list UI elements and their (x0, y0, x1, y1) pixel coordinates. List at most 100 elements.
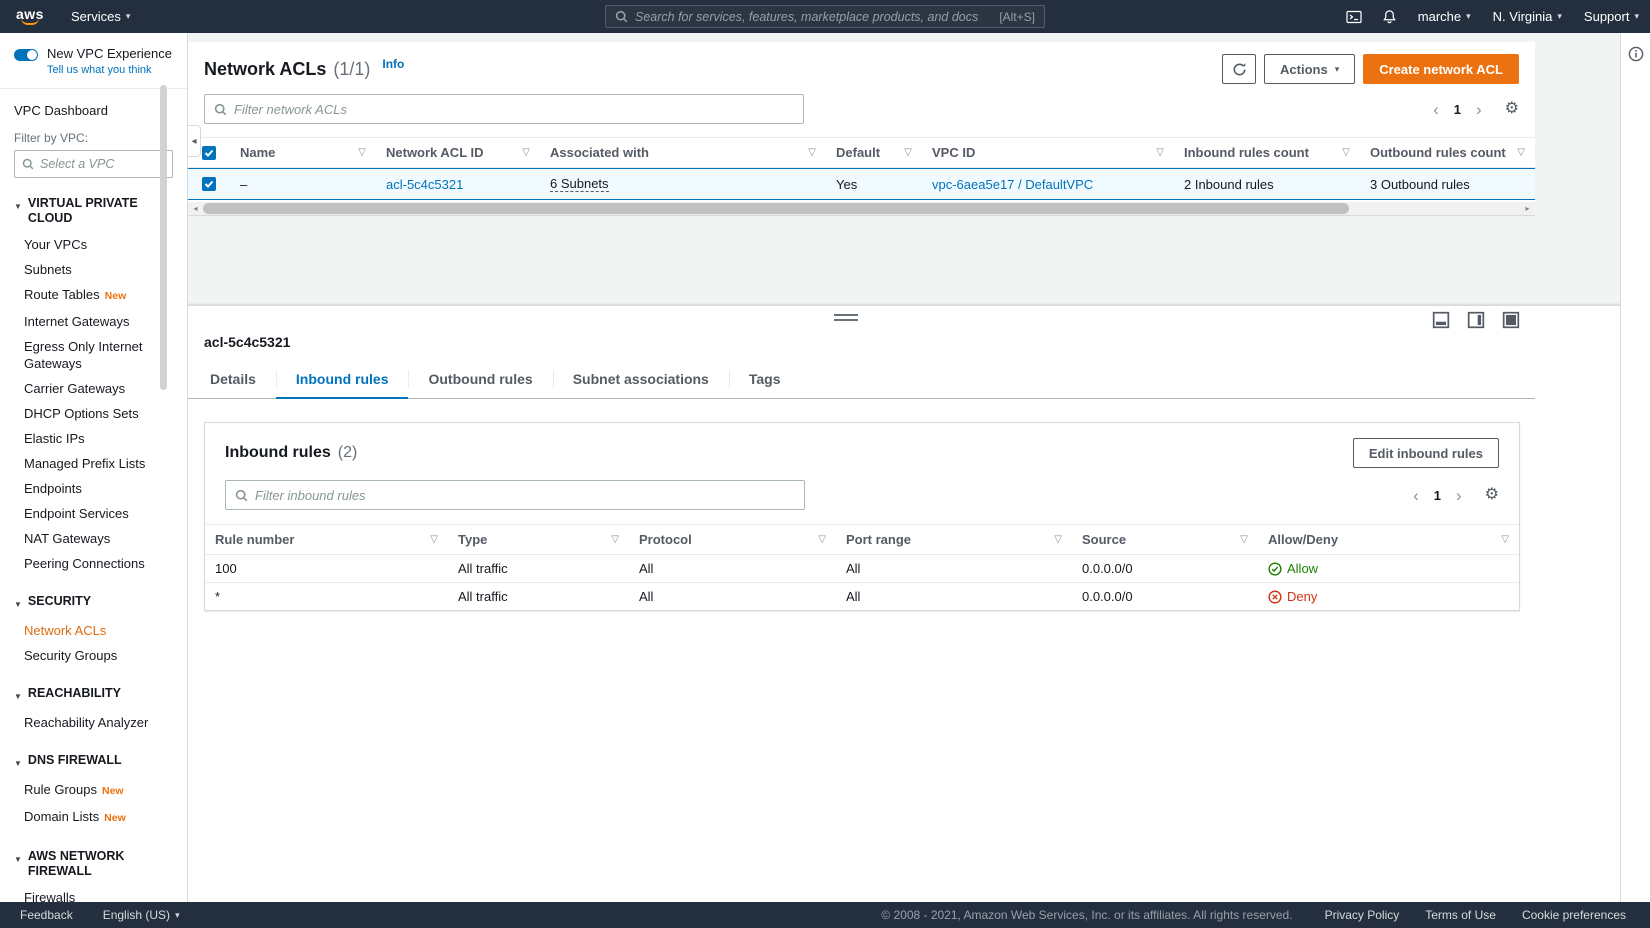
column-header-outbound-count[interactable]: Outbound rules count ▽ (1360, 138, 1535, 167)
column-filter-icon[interactable]: ▽ (358, 147, 366, 158)
column-filter-icon[interactable]: ▽ (430, 534, 438, 545)
experience-toggle[interactable] (14, 49, 38, 61)
sidebar-item[interactable]: DHCP Options Sets (14, 401, 173, 426)
feedback-button[interactable]: Feedback (20, 908, 73, 922)
column-header-acl-id[interactable]: Network ACL ID ▽ (376, 138, 540, 167)
column-filter-icon[interactable]: ▽ (1342, 147, 1350, 158)
scrollbar-thumb[interactable] (203, 203, 1349, 214)
cloudshell-button[interactable] (1336, 0, 1372, 33)
language-selector[interactable]: English (US) ▾ (103, 908, 180, 922)
edit-inbound-rules-button[interactable]: Edit inbound rules (1352, 438, 1499, 468)
table-settings-button[interactable]: ⚙ (1505, 101, 1519, 117)
sidebar-item[interactable]: Route Tables New (14, 282, 173, 309)
associated-subnets-link[interactable]: 6 Subnets (550, 176, 609, 192)
select-all-checkbox[interactable] (202, 145, 216, 160)
sidebar-item[interactable]: Reachability Analyzer (14, 710, 173, 735)
column-filter-icon[interactable]: ▽ (522, 147, 530, 158)
info-icon[interactable] (1628, 46, 1644, 62)
column-filter-icon[interactable]: ▽ (611, 534, 619, 545)
sidebar-item[interactable]: Managed Prefix Lists (14, 451, 173, 476)
vpc-filter-select[interactable] (14, 150, 173, 178)
detail-tab[interactable]: Details (190, 360, 276, 398)
actions-button[interactable]: Actions ▾ (1264, 54, 1356, 84)
aws-logo[interactable]: aws (0, 7, 60, 25)
refresh-button[interactable] (1222, 54, 1257, 84)
row-checkbox[interactable] (202, 177, 216, 191)
account-menu[interactable]: marche ▾ (1407, 0, 1482, 33)
rules-settings-button[interactable]: ⚙ (1485, 487, 1499, 503)
current-page[interactable]: 1 (1434, 488, 1441, 503)
column-filter-icon[interactable]: ▽ (1156, 147, 1164, 158)
sidebar-item[interactable]: Security Groups (14, 643, 173, 668)
column-header-associated-with[interactable]: Associated with ▽ (540, 138, 826, 167)
rules-filter-input[interactable] (255, 487, 795, 503)
column-header-vpc-id[interactable]: VPC ID ▽ (922, 138, 1174, 167)
panel-position-bottom-button[interactable] (1432, 311, 1450, 329)
sidebar-section-header[interactable]: ▼ DNS FIREWALL (14, 753, 173, 771)
sidebar-item[interactable]: Egress Only Internet Gateways (14, 334, 173, 376)
column-filter-icon[interactable]: ▽ (818, 534, 826, 545)
column-header-allow-deny[interactable]: Allow/Deny ▽ (1258, 525, 1519, 554)
region-menu[interactable]: N. Virginia ▾ (1482, 0, 1573, 33)
services-menu[interactable]: Services ▾ (60, 0, 141, 33)
experience-feedback-link[interactable]: Tell us what you think (47, 64, 172, 76)
sidebar-item[interactable]: NAT Gateways (14, 526, 173, 551)
sidebar-item-vpc-dashboard[interactable]: VPC Dashboard (0, 89, 187, 118)
sidebar-item[interactable]: Internet Gateways (14, 309, 173, 334)
prev-page-button[interactable]: ‹ (1413, 487, 1419, 504)
acl-table-row[interactable]: – acl-5c4c5321 6 Subnets Yes vpc-6aea5e1… (188, 168, 1535, 200)
current-page[interactable]: 1 (1454, 102, 1461, 117)
sidebar-item[interactable]: Rule Groups New (14, 777, 173, 804)
detail-tab[interactable]: Tags (728, 360, 801, 398)
scroll-right-button[interactable]: ▸ (1520, 202, 1535, 215)
footer-link[interactable]: Cookie preferences (1522, 908, 1626, 922)
detail-tab[interactable]: Inbound rules (275, 360, 409, 399)
scrollbar-track[interactable] (203, 202, 1520, 215)
sidebar-section-header[interactable]: ▼ AWS NETWORK FIREWALL (14, 849, 173, 879)
split-panel-drag-handle[interactable] (834, 314, 858, 321)
column-header-type[interactable]: Type ▽ (448, 525, 629, 554)
column-header-port-range[interactable]: Port range ▽ (836, 525, 1072, 554)
scroll-left-button[interactable]: ◂ (188, 202, 203, 215)
sidebar-item[interactable]: Peering Connections (14, 551, 173, 576)
detail-tab[interactable]: Subnet associations (552, 360, 729, 398)
sidebar-item[interactable]: Endpoint Services (14, 501, 173, 526)
sidebar-collapse-button[interactable]: ◂ (188, 125, 201, 157)
column-filter-icon[interactable]: ▽ (808, 147, 816, 158)
sidebar-item[interactable]: Network ACLs (14, 618, 173, 643)
sidebar-item[interactable]: Domain Lists New (14, 804, 173, 831)
vpc-id-link[interactable]: vpc-6aea5e17 / DefaultVPC (932, 177, 1093, 192)
support-menu[interactable]: Support ▾ (1573, 0, 1650, 33)
panel-position-side-button[interactable] (1467, 311, 1485, 329)
column-header-protocol[interactable]: Protocol ▽ (629, 525, 836, 554)
sidebar-item[interactable]: Carrier Gateways (14, 376, 173, 401)
create-network-acl-button[interactable]: Create network ACL (1363, 54, 1519, 84)
sidebar-item[interactable]: Your VPCs (14, 232, 173, 257)
rule-row[interactable]: * All traffic All All 0.0.0.0/0 Deny (205, 583, 1519, 610)
panel-maximize-button[interactable] (1502, 311, 1520, 329)
column-header-rule-number[interactable]: Rule number ▽ (205, 525, 448, 554)
sidebar-item[interactable]: Subnets (14, 257, 173, 282)
column-filter-icon[interactable]: ▽ (1501, 534, 1509, 545)
info-link[interactable]: Info (382, 57, 404, 71)
detail-tab[interactable]: Outbound rules (408, 360, 552, 398)
rule-row[interactable]: 100 All traffic All All 0.0.0.0/0 Allow (205, 555, 1519, 583)
sidebar-item[interactable]: Firewalls (14, 885, 173, 902)
next-page-button[interactable]: › (1456, 487, 1462, 504)
next-page-button[interactable]: › (1476, 101, 1482, 118)
sidebar-item[interactable]: Elastic IPs (14, 426, 173, 451)
acl-id-link[interactable]: acl-5c4c5321 (386, 177, 463, 192)
prev-page-button[interactable]: ‹ (1433, 101, 1439, 118)
acl-filter-input[interactable] (234, 101, 794, 117)
sidebar-section-header[interactable]: ▼ SECURITY (14, 594, 173, 612)
footer-link[interactable]: Privacy Policy (1325, 908, 1400, 922)
global-search[interactable]: [Alt+S] (605, 5, 1045, 28)
column-filter-icon[interactable]: ▽ (904, 147, 912, 158)
column-filter-icon[interactable]: ▽ (1054, 534, 1062, 545)
horizontal-scrollbar[interactable]: ◂ ▸ (188, 202, 1535, 215)
sidebar-section-header[interactable]: ▼ REACHABILITY (14, 686, 173, 704)
notifications-bell-button[interactable] (1372, 0, 1407, 33)
vpc-filter-input[interactable] (40, 157, 165, 171)
column-header-inbound-count[interactable]: Inbound rules count ▽ (1174, 138, 1360, 167)
column-header-default[interactable]: Default ▽ (826, 138, 922, 167)
